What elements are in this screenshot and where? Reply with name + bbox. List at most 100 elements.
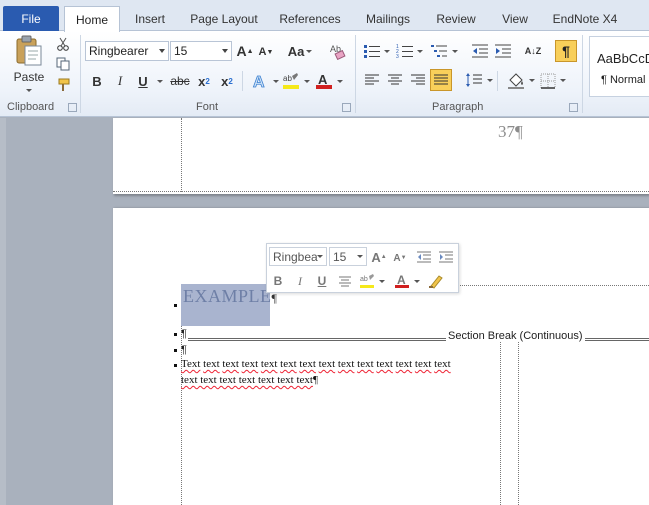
increase-indent-icon[interactable]: [493, 42, 513, 60]
text-effects-icon[interactable]: A: [249, 71, 271, 91]
tab-endnote[interactable]: EndNote X4: [548, 8, 622, 30]
mini-decrease-indent-icon[interactable]: [415, 248, 433, 266]
svg-text:A: A: [397, 273, 406, 287]
tab-view[interactable]: View: [494, 8, 536, 30]
multilevel-list-icon[interactable]: [428, 42, 450, 60]
column-guide: [518, 341, 519, 505]
underline-button[interactable]: U: [134, 72, 152, 90]
mini-font-color-icon[interactable]: A: [393, 272, 411, 290]
numbering-dropdown-icon[interactable]: [415, 47, 423, 55]
body-word: text: [318, 358, 336, 370]
paste-icon[interactable]: [10, 34, 48, 68]
paste-dropdown-icon[interactable]: [23, 86, 33, 94]
sort-icon[interactable]: A↓Z: [522, 41, 544, 61]
font-launcher-icon[interactable]: [342, 103, 351, 112]
body-word: text: [357, 358, 374, 370]
empty-paragraph-mark: ¶: [181, 344, 187, 356]
mini-bold-button[interactable]: B: [270, 272, 286, 290]
ribbon-tab-bar: File Home Insert Page Layout References …: [0, 0, 649, 32]
svg-text:A: A: [318, 72, 328, 87]
mini-toolbar: Ringbea 15 A ▲ A ▼ B I U ab A: [266, 243, 459, 293]
mini-italic-button[interactable]: I: [292, 272, 308, 290]
body-word: text: [376, 358, 393, 370]
tab-home[interactable]: Home: [64, 6, 120, 32]
paragraph-launcher-icon[interactable]: [569, 103, 578, 112]
change-case-button[interactable]: Aa: [285, 42, 315, 60]
multilevel-dropdown-icon[interactable]: [450, 47, 458, 55]
text-highlight-icon[interactable]: ab: [281, 71, 301, 91]
body-word: text: [337, 358, 355, 370]
show-hide-marks-button[interactable]: ¶: [555, 40, 577, 62]
paragraph-bullet: [174, 364, 177, 367]
mini-format-painter-icon[interactable]: [427, 272, 445, 290]
mini-font-name-value: Ringbea: [273, 249, 318, 264]
underline-dropdown-icon[interactable]: [154, 76, 164, 86]
bold-button[interactable]: B: [88, 72, 106, 90]
svg-text:ab: ab: [283, 74, 292, 83]
strikethrough-button[interactable]: abc: [168, 72, 192, 90]
tab-insert[interactable]: Insert: [124, 8, 176, 30]
mini-underline-button[interactable]: U: [314, 272, 330, 290]
line-spacing-icon[interactable]: [463, 71, 485, 89]
paragraph-bullet: [174, 304, 177, 307]
mini-highlight-dropdown-icon[interactable]: [377, 277, 385, 285]
format-painter-icon[interactable]: [55, 77, 71, 93]
text-effects-dropdown-icon[interactable]: [270, 76, 280, 86]
font-color-icon[interactable]: A: [314, 71, 334, 91]
mini-font-color-dropdown-icon[interactable]: [412, 277, 420, 285]
tab-references[interactable]: References: [274, 8, 346, 30]
mini-font-size-value: 15: [333, 249, 347, 264]
borders-dropdown-icon[interactable]: [558, 76, 566, 84]
clear-formatting-icon[interactable]: Ab: [328, 41, 348, 61]
font-group-label: Font: [196, 101, 219, 113]
shading-dropdown-icon[interactable]: [527, 76, 535, 84]
mini-grow-font-icon[interactable]: A ▲: [371, 248, 387, 266]
body-text-line[interactable]: Text text text text text text text text …: [181, 358, 501, 370]
body-text-line[interactable]: text text text text text text text¶: [181, 374, 318, 386]
font-name-select[interactable]: Ringbearer: [85, 41, 169, 61]
subscript-button[interactable]: x2: [195, 72, 213, 90]
tab-review[interactable]: Review: [430, 8, 482, 30]
mini-highlight-icon[interactable]: ab: [358, 272, 376, 290]
highlight-dropdown-icon[interactable]: [301, 76, 311, 86]
font-name-value: Ringbearer: [89, 44, 149, 58]
mini-shrink-font-icon[interactable]: A ▼: [392, 249, 408, 267]
paste-button[interactable]: Paste: [12, 69, 46, 85]
mini-font-size-select[interactable]: 15: [329, 247, 367, 266]
paragraph-bullet: [174, 333, 177, 336]
tab-file[interactable]: File: [3, 6, 59, 31]
bullets-icon[interactable]: [362, 42, 382, 60]
borders-icon[interactable]: [538, 71, 558, 91]
font-color-dropdown-icon[interactable]: [334, 76, 344, 86]
mini-increase-indent-icon[interactable]: [437, 248, 455, 266]
numbering-icon[interactable]: 123: [395, 42, 415, 60]
align-center-icon[interactable]: [385, 71, 405, 89]
clipboard-group-label: Clipboard: [7, 101, 55, 113]
font-size-select[interactable]: 15: [170, 41, 232, 61]
decrease-indent-icon[interactable]: [470, 42, 490, 60]
justify-button[interactable]: [430, 69, 452, 91]
styles-gallery[interactable]: AaBbCcD ¶ Normal: [589, 36, 649, 97]
shrink-font-icon[interactable]: A ▼: [257, 43, 275, 61]
previous-page: 37¶: [113, 118, 649, 194]
cut-icon[interactable]: [55, 36, 71, 52]
paragraph-bullet: [174, 349, 177, 352]
align-right-icon[interactable]: [408, 71, 428, 89]
margin-guide: [113, 191, 649, 192]
line-spacing-dropdown-icon[interactable]: [485, 76, 493, 84]
grow-font-icon[interactable]: A ▲: [236, 42, 254, 60]
heading-text[interactable]: EXAMPLE¶: [183, 286, 277, 307]
mini-center-align-icon[interactable]: [336, 273, 354, 289]
margin-guide: [181, 118, 182, 192]
tab-page-layout[interactable]: Page Layout: [184, 8, 264, 30]
bullets-dropdown-icon[interactable]: [382, 47, 390, 55]
mini-font-name-select[interactable]: Ringbea: [269, 247, 327, 266]
clipboard-launcher-icon[interactable]: [68, 103, 77, 112]
copy-icon[interactable]: [55, 56, 71, 72]
shading-icon[interactable]: [505, 71, 527, 91]
align-left-icon[interactable]: [362, 71, 382, 89]
tab-mailings[interactable]: Mailings: [358, 8, 418, 30]
superscript-button[interactable]: x2: [218, 72, 236, 90]
italic-button[interactable]: I: [111, 72, 129, 90]
style-normal-label: ¶ Normal: [601, 74, 646, 86]
